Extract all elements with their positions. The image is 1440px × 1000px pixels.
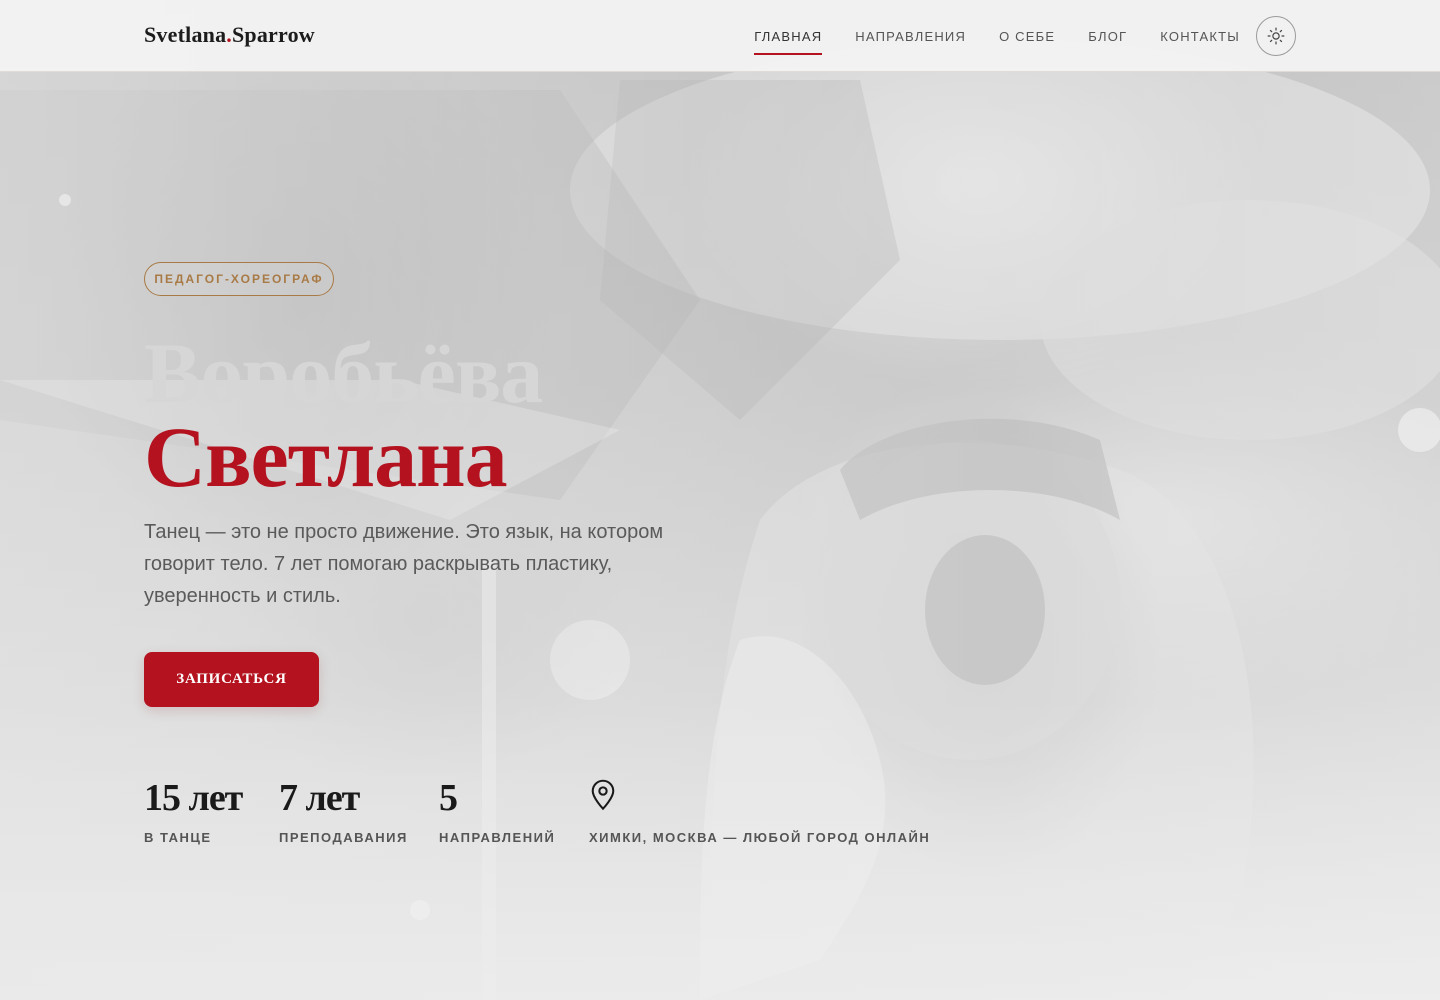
hero-surname: Воробьёва (144, 325, 543, 421)
nav-item-contacts[interactable]: Контакты (1160, 23, 1240, 50)
stat-label: Преподавания (279, 830, 408, 845)
stat-value: 15 лет (144, 777, 243, 819)
nav-item-about[interactable]: О себе (999, 23, 1055, 50)
signup-button[interactable]: Записаться (144, 652, 319, 707)
stat-value: 5 (439, 777, 458, 819)
nav-item-home[interactable]: Главная (754, 23, 823, 55)
stat-value: 7 лет (279, 777, 360, 819)
nav-item-directions[interactable]: Направления (855, 23, 966, 50)
site-logo[interactable]: Svetlana.Sparrow (144, 22, 315, 48)
site-header: Svetlana.Sparrow Главная Направления О с… (0, 0, 1440, 72)
logo-name: Svetlana (144, 22, 227, 47)
logo-surname: Sparrow (231, 22, 315, 47)
stat-teaching-years: 7 лет Преподавания (279, 775, 406, 845)
hero-firstname: Светлана (144, 409, 508, 505)
nav-item-blog[interactable]: Блог (1088, 23, 1127, 50)
stat-directions: 5 Направлений (439, 775, 554, 845)
stat-label: Направлений (439, 830, 556, 845)
map-pin-icon (591, 779, 615, 811)
main-nav: Главная Направления О себе Блог Контакты (754, 0, 1240, 72)
sun-icon (1267, 27, 1285, 45)
hero-tagline: Танец — это не просто движение. Это язык… (144, 521, 664, 607)
role-badge: Педагог-хореограф (144, 262, 334, 296)
stat-dance-years: 15 лет В танце (144, 775, 243, 845)
theme-toggle-button[interactable] (1256, 16, 1296, 56)
stat-label: Химки, Москва — любой город онлайн (589, 830, 931, 845)
stat-label: В танце (144, 830, 212, 845)
